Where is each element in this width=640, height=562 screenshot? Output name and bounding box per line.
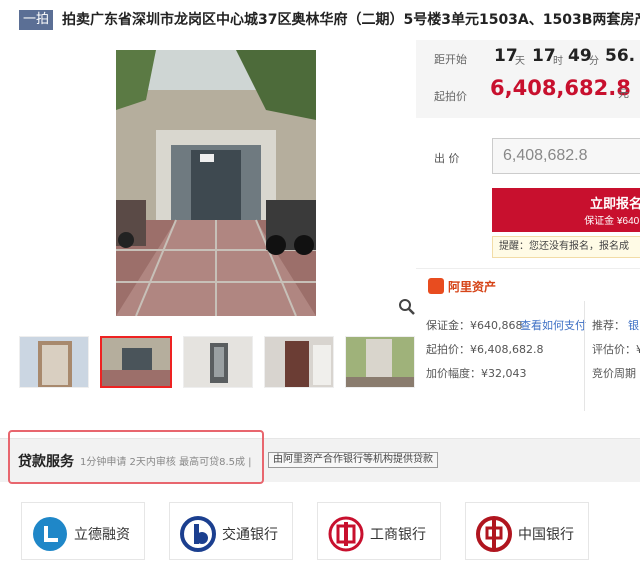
bank-boc[interactable]: 中国银行 bbox=[465, 502, 589, 560]
auction-details: 阿里资产 保证金：¥640,868 查看如何支付 推荐： 银 起拍价：¥6,40… bbox=[416, 268, 640, 416]
thumbnail[interactable] bbox=[345, 336, 415, 388]
start-price-unit: 元 bbox=[618, 87, 629, 100]
cycle-line: 竞价周期 bbox=[592, 367, 636, 380]
hours-unit: 时 bbox=[553, 56, 563, 67]
signup-label: 立即报名 bbox=[589, 196, 640, 211]
recommend-label: 推荐： bbox=[592, 319, 625, 332]
thumbnail-strip bbox=[19, 336, 419, 388]
building-entrance-image bbox=[116, 50, 316, 316]
bid-amount-input[interactable]: 6,408,682.8 bbox=[492, 138, 640, 174]
eval-price-line: 评估价：¥ bbox=[592, 343, 640, 356]
deposit-line: 保证金：¥640,868 bbox=[426, 319, 523, 332]
countdown-label: 距开始 bbox=[434, 53, 467, 66]
start-price-label: 起拍价 bbox=[434, 90, 467, 103]
bank-icbc[interactable]: 工商银行 bbox=[317, 502, 441, 560]
loan-service-title: 贷款服务 bbox=[18, 454, 74, 470]
title-bar: 一拍 拍卖广东省深圳市龙岗区中心城37区奥林华府（二期）5号楼3单元1503A、… bbox=[0, 0, 640, 40]
thumbnail[interactable] bbox=[183, 336, 253, 388]
how-to-pay-link[interactable]: 查看如何支付 bbox=[520, 317, 586, 333]
bank-list: 立德融资 交通银行 工商银行 中国银行 bbox=[0, 496, 640, 562]
loan-service-desc: 1分钟申请 2天内审核 最高可贷8.5成 | bbox=[80, 457, 252, 468]
ali-assets-brand: 阿里资产 bbox=[448, 280, 497, 294]
ali-assets-logo-icon bbox=[428, 278, 444, 294]
signup-button[interactable]: 立即报名 保证金 ¥640, bbox=[492, 188, 640, 232]
minutes-unit: 分 bbox=[589, 56, 599, 67]
loan-provider-tag: 由阿里资产合作银行等机构提供贷款 bbox=[268, 452, 438, 468]
bank-name: 立德融资 bbox=[74, 527, 130, 543]
countdown-seconds: 56. bbox=[605, 46, 636, 66]
signup-deposit: 保证金 ¥640, bbox=[584, 216, 640, 227]
recommend-link[interactable]: 银 bbox=[628, 317, 639, 333]
auction-round-tag: 一拍 bbox=[19, 10, 53, 30]
increment-line: 加价幅度：¥32,043 bbox=[426, 367, 527, 380]
zoom-icon[interactable] bbox=[398, 298, 416, 316]
bid-label: 出 价 bbox=[434, 152, 460, 165]
bocom-logo-icon bbox=[180, 516, 216, 552]
countdown-row: 距开始 17 天 17 时 49 分 56. bbox=[416, 40, 640, 74]
boc-logo-icon bbox=[476, 516, 512, 552]
page-title: 拍卖广东省深圳市龙岗区中心城37区奥林华府（二期）5号楼3单元1503A、150… bbox=[62, 12, 640, 28]
days-unit: 天 bbox=[515, 56, 525, 67]
main-property-photo[interactable] bbox=[116, 50, 316, 316]
icbc-logo-icon bbox=[328, 516, 364, 552]
divider bbox=[584, 301, 585, 411]
thumbnail[interactable] bbox=[19, 336, 89, 388]
bank-name: 工商银行 bbox=[370, 527, 426, 543]
bank-name: 中国银行 bbox=[518, 527, 574, 543]
start-price-line: 起拍价：¥6,408,682.8 bbox=[426, 343, 544, 356]
start-price-value: 6,408,682.8 bbox=[490, 76, 631, 100]
lide-logo-icon bbox=[33, 517, 67, 551]
bank-lide[interactable]: 立德融资 bbox=[21, 502, 145, 560]
bank-name: 交通银行 bbox=[222, 527, 278, 543]
thumbnail[interactable] bbox=[264, 336, 334, 388]
thumbnail-selected[interactable] bbox=[100, 336, 172, 388]
auction-info-panel: 距开始 17 天 17 时 49 分 56. 起拍价 6,408,682.8 元… bbox=[416, 40, 640, 416]
bank-bocom[interactable]: 交通银行 bbox=[169, 502, 293, 560]
reminder-notice: 提醒：您还没有报名，报名成 bbox=[492, 236, 640, 258]
